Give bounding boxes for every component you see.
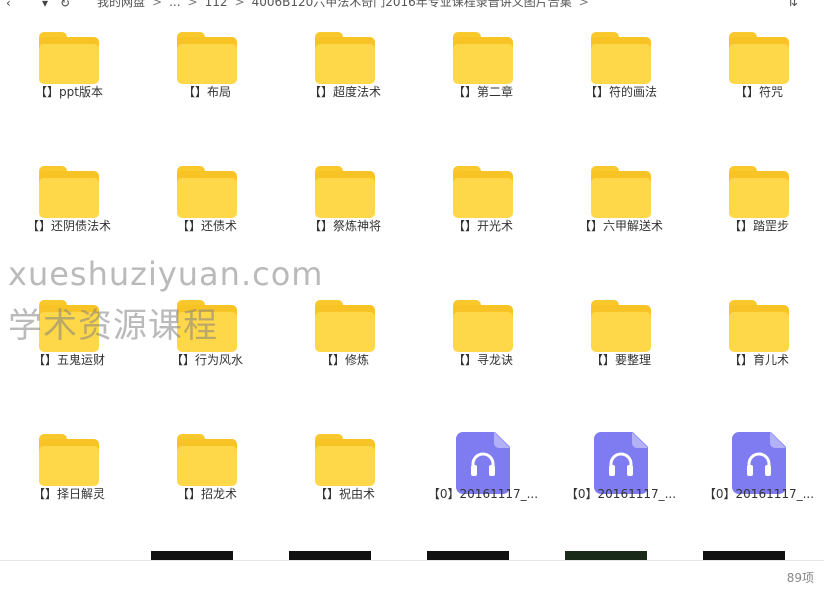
folder-item[interactable]: 【】ppt版本 bbox=[0, 0, 138, 110]
item-label: 【】招龙术 bbox=[176, 487, 237, 501]
folder-item[interactable]: 【】招龙术 bbox=[138, 402, 276, 512]
item-label: 【0】20161117_... bbox=[565, 487, 677, 501]
image-thumbnail[interactable] bbox=[289, 551, 371, 560]
folder-item[interactable]: 【】五鬼运财 bbox=[0, 268, 138, 378]
folder-icon bbox=[39, 434, 99, 486]
item-label: 【】六甲解送术 bbox=[578, 219, 663, 233]
folder-icon bbox=[39, 300, 99, 352]
file-grid: 【】ppt版本 【】布局 【】超度法术 【】第二章 【】符的画法 【】符咒 【】还阴债法术【… bbox=[0, 0, 824, 560]
image-thumbnail[interactable] bbox=[703, 551, 785, 560]
folder-item[interactable]: 【】修炼 bbox=[276, 268, 414, 378]
folder-item[interactable]: 【】布局 bbox=[138, 0, 276, 110]
folder-icon bbox=[177, 434, 237, 486]
folder-item[interactable]: 【】祝由术 bbox=[276, 402, 414, 512]
folder-icon bbox=[177, 166, 237, 218]
folder-item[interactable]: 【】还债术 bbox=[138, 134, 276, 244]
folder-icon bbox=[591, 166, 651, 218]
item-label: 【】超度法术 bbox=[308, 85, 381, 99]
folder-icon bbox=[315, 300, 375, 352]
folder-item[interactable]: 【】踏罡步 bbox=[690, 134, 824, 244]
folder-icon bbox=[315, 434, 375, 486]
folder-icon bbox=[315, 166, 375, 218]
folder-icon bbox=[453, 300, 513, 352]
folder-item[interactable]: 【】六甲解送术 bbox=[552, 134, 690, 244]
folder-item[interactable]: 【】行为风水 bbox=[138, 268, 276, 378]
item-label: 【0】20161117_... bbox=[427, 487, 539, 501]
item-label: 【】修炼 bbox=[320, 353, 369, 367]
audio-file-item[interactable]: 【0】20161117_... bbox=[690, 402, 824, 512]
item-label: 【】育儿术 bbox=[728, 353, 789, 367]
image-thumbnail[interactable] bbox=[151, 551, 233, 560]
item-label: 【】还阴债法术 bbox=[26, 219, 111, 233]
item-label: 【】择日解灵 bbox=[32, 487, 105, 501]
item-label: 【】布局 bbox=[182, 85, 231, 99]
folder-icon bbox=[177, 300, 237, 352]
folder-item[interactable]: 【】超度法术 bbox=[276, 0, 414, 110]
folder-item[interactable]: 【】择日解灵 bbox=[0, 402, 138, 512]
item-label: 【】踏罡步 bbox=[728, 219, 789, 233]
item-label: 【】五鬼运财 bbox=[32, 353, 105, 367]
folder-icon bbox=[729, 32, 789, 84]
folder-item[interactable]: 【】祭炼神将 bbox=[276, 134, 414, 244]
folder-icon bbox=[177, 32, 237, 84]
item-label: 【】祝由术 bbox=[314, 487, 375, 501]
folder-icon bbox=[591, 32, 651, 84]
item-label: 【】符咒 bbox=[734, 85, 783, 99]
folder-item[interactable]: 【】寻龙诀 bbox=[414, 268, 552, 378]
folder-item[interactable]: 【】符的画法 bbox=[552, 0, 690, 110]
item-label: 【】还债术 bbox=[176, 219, 237, 233]
folder-icon bbox=[315, 32, 375, 84]
folder-icon bbox=[729, 166, 789, 218]
folder-item[interactable]: 【】符咒 bbox=[690, 0, 824, 110]
item-label: 【】要整理 bbox=[590, 353, 651, 367]
folder-icon bbox=[453, 32, 513, 84]
folder-icon bbox=[729, 300, 789, 352]
audio-file-item[interactable]: 【0】20161117_... bbox=[414, 402, 552, 512]
folder-icon bbox=[39, 32, 99, 84]
item-label: 【】寻龙诀 bbox=[452, 353, 513, 367]
folder-icon bbox=[39, 166, 99, 218]
folder-item[interactable]: 【】育儿术 bbox=[690, 268, 824, 378]
status-bar: 89项 bbox=[0, 560, 824, 593]
folder-item[interactable]: 【】第二章 bbox=[414, 0, 552, 110]
item-label: 【】ppt版本 bbox=[35, 85, 103, 99]
image-thumbnail[interactable] bbox=[427, 551, 509, 560]
item-label: 【】开光术 bbox=[452, 219, 513, 233]
folder-icon bbox=[591, 300, 651, 352]
item-label: 【】第二章 bbox=[452, 85, 513, 99]
folder-icon bbox=[453, 166, 513, 218]
item-label: 【】祭炼神将 bbox=[308, 219, 381, 233]
item-label: 【0】20161117_... bbox=[703, 487, 815, 501]
audio-file-item[interactable]: 【0】20161117_... bbox=[552, 402, 690, 512]
folder-item[interactable]: 【】还阴债法术 bbox=[0, 134, 138, 244]
item-count: 89项 bbox=[786, 571, 814, 585]
item-label: 【】行为风水 bbox=[170, 353, 243, 367]
folder-item[interactable]: 【】开光术 bbox=[414, 134, 552, 244]
item-label: 【】符的画法 bbox=[584, 85, 657, 99]
folder-item[interactable]: 【】要整理 bbox=[552, 268, 690, 378]
image-thumbnail[interactable] bbox=[565, 551, 647, 560]
